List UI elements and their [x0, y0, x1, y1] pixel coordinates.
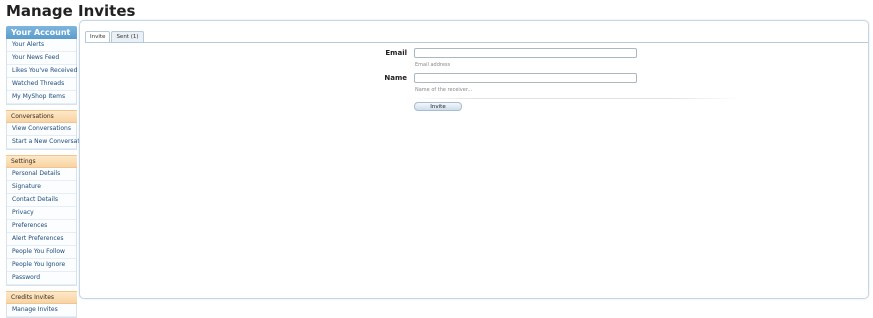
sidebar-item-news-feed[interactable]: Your News Feed: [7, 52, 76, 65]
sidebar-item-signature[interactable]: Signature: [7, 181, 76, 194]
sidebar-item-likes-received[interactable]: Likes You've Received: [7, 65, 77, 78]
sidebar-item-view-conversations[interactable]: View Conversations: [7, 123, 76, 136]
form-divider: [409, 98, 739, 99]
sidebar-item-contact-details[interactable]: Contact Details: [7, 194, 76, 207]
sidebar-item-manage-invites[interactable]: Manage Invites: [7, 304, 76, 317]
sidebar-item-start-conversation[interactable]: Start a New Conversation: [7, 136, 89, 149]
tab-divider: [85, 42, 868, 43]
sidebar-header: Your Account: [6, 26, 77, 39]
email-label: Email: [385, 49, 407, 57]
account-sidebar: Your Account Your Alerts Your News Feed …: [6, 26, 89, 318]
sidebar-item-watched-threads[interactable]: Watched Threads: [7, 78, 76, 91]
tab-sent[interactable]: Sent (1): [111, 31, 144, 42]
sidebar-item-myshop-items[interactable]: My MyShop Items: [7, 91, 76, 104]
invite-button[interactable]: Invite: [414, 102, 462, 111]
sidebar-group-credits-invites: Credits Invites: [6, 291, 77, 304]
sidebar-section-account: Your Alerts Your News Feed Likes You've …: [6, 39, 77, 105]
page-title: Manage Invites: [6, 2, 136, 20]
sidebar-section-credits-invites: Manage Invites: [6, 304, 77, 318]
sidebar-item-preferences[interactable]: Preferences: [7, 220, 76, 233]
email-hint: Email address: [415, 62, 451, 68]
sidebar-item-personal-details[interactable]: Personal Details: [7, 168, 76, 181]
tab-bar: Invite Sent (1): [85, 31, 144, 43]
sidebar-item-people-you-ignore[interactable]: People You Ignore: [7, 259, 76, 272]
sidebar-group-conversations: Conversations: [6, 110, 77, 123]
sidebar-item-your-alerts[interactable]: Your Alerts: [7, 39, 76, 52]
sidebar-group-settings: Settings: [6, 155, 77, 168]
sidebar-item-password[interactable]: Password: [7, 272, 76, 285]
main-panel: Invite Sent (1) Email Email address Name…: [79, 20, 869, 299]
name-hint: Name of the receiver...: [415, 87, 473, 93]
sidebar-item-privacy[interactable]: Privacy: [7, 207, 76, 220]
sidebar-section-conversations: View Conversations Start a New Conversat…: [6, 123, 89, 150]
sidebar-item-alert-preferences[interactable]: Alert Preferences: [7, 233, 76, 246]
sidebar-section-settings: Personal Details Signature Contact Detai…: [6, 168, 77, 286]
name-input[interactable]: [414, 73, 637, 83]
sidebar-item-people-you-follow[interactable]: People You Follow: [7, 246, 76, 259]
email-input[interactable]: [414, 48, 637, 58]
name-label: Name: [384, 74, 407, 82]
